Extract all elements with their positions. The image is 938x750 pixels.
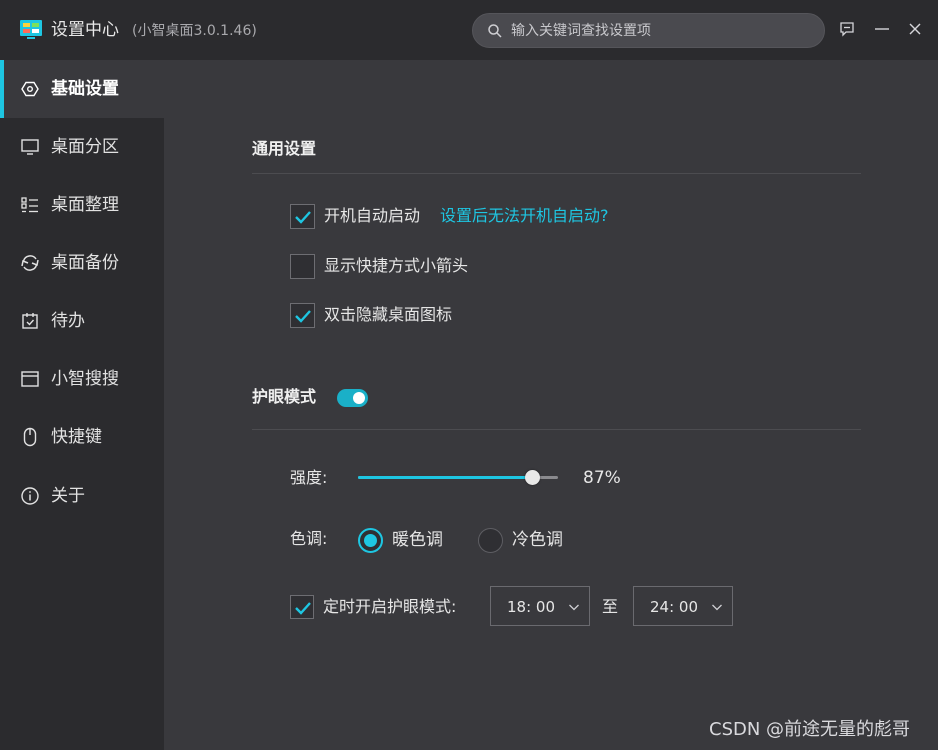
sidebar-item-label: 快捷键 [51, 427, 102, 447]
option-shortcut-arrow: 显示快捷方式小箭头 [290, 253, 468, 279]
eye-care-toggle[interactable] [337, 389, 368, 407]
tone-warm-radio[interactable] [358, 527, 383, 553]
window-title: 设置中心 [51, 20, 119, 40]
sidebar-item-xiaozhi-search[interactable]: 小智搜搜 [0, 350, 164, 408]
sidebar-item-basic-settings[interactable]: 基础设置 [0, 60, 164, 118]
option-double-click-hide: 双击隐藏桌面图标 [290, 302, 452, 328]
sidebar-item-label: 桌面分区 [51, 137, 119, 157]
chevron-down-icon [569, 604, 579, 611]
feedback-icon[interactable] [837, 19, 857, 39]
option-auto-start: 开机自动启动 设置后无法开机自启动? [290, 203, 609, 229]
minimize-icon[interactable] [872, 19, 892, 39]
sidebar-item-label: 桌面备份 [51, 253, 119, 273]
sidebar-item-label: 桌面整理 [51, 195, 119, 215]
auto-start-help-link[interactable]: 设置后无法开机自启动? [440, 205, 609, 227]
tone-warm-label: 暖色调 [392, 530, 443, 550]
start-time-select[interactable]: 18: 00 [490, 586, 590, 626]
calendar-check-icon [22, 313, 38, 329]
monitor-icon [21, 139, 39, 155]
sidebar-item-desktop-backup[interactable]: 桌面备份 [0, 234, 164, 292]
sidebar: 基础设置 桌面分区 桌面整理 桌面备份 待办 小智搜搜 快捷键 关于 [0, 60, 164, 750]
search-input[interactable] [511, 14, 811, 47]
shortcut-arrow-checkbox[interactable] [290, 253, 315, 279]
tone-cool-label: 冷色调 [512, 530, 563, 550]
window-icon [21, 371, 39, 387]
end-time-value: 24: 00 [650, 598, 698, 616]
strength-value: 87% [583, 468, 621, 488]
title-bar: 设置中心 (小智桌面3.0.1.46) [0, 0, 938, 60]
shortcut-arrow-label: 显示快捷方式小箭头 [324, 256, 469, 275]
start-time-value: 18: 00 [507, 598, 555, 616]
tone-label: 色调: [290, 529, 328, 548]
watermark: CSDN @前途无量的彪哥 [709, 719, 911, 740]
search-box[interactable] [472, 13, 825, 48]
sync-icon [21, 255, 39, 271]
end-time-select[interactable]: 24: 00 [633, 586, 733, 626]
auto-start-checkbox[interactable] [290, 203, 315, 229]
sidebar-item-shortcuts[interactable]: 快捷键 [0, 408, 164, 466]
info-icon [21, 487, 39, 505]
schedule-label: 定时开启护眼模式: [323, 597, 457, 616]
section-divider [252, 173, 861, 174]
sidebar-item-todo[interactable]: 待办 [0, 292, 164, 350]
toggle-knob [353, 392, 365, 404]
option-schedule: 定时开启护眼模式: [290, 594, 456, 620]
sidebar-item-desktop-organize[interactable]: 桌面整理 [0, 176, 164, 234]
strength-slider[interactable] [358, 470, 558, 486]
sidebar-item-label: 待办 [51, 311, 85, 331]
app-version: (小智桌面3.0.1.46) [132, 23, 257, 39]
double-click-hide-label: 双击隐藏桌面图标 [324, 305, 453, 324]
sidebar-item-label: 关于 [51, 486, 85, 506]
tone-cool-radio[interactable] [478, 527, 503, 553]
slider-fill [358, 476, 532, 479]
to-label: 至 [602, 597, 619, 616]
checkmark-icon [295, 309, 311, 323]
close-icon[interactable] [905, 19, 925, 39]
eye-care-title: 护眼模式 [252, 387, 317, 406]
checkmark-icon [295, 210, 311, 224]
app-logo-icon [20, 20, 42, 39]
strength-label: 强度: [290, 468, 328, 487]
tone-warm-option[interactable]: 暖色调 [358, 527, 443, 553]
hexagon-settings-icon [21, 81, 39, 97]
checkmark-icon [295, 602, 311, 615]
list-icon [21, 197, 38, 213]
search-icon [488, 24, 502, 38]
schedule-checkbox[interactable] [290, 595, 314, 619]
general-settings-title: 通用设置 [252, 139, 317, 158]
section-divider [252, 429, 861, 430]
chevron-down-icon [712, 604, 722, 611]
sidebar-item-label: 小智搜搜 [51, 369, 119, 389]
slider-thumb[interactable] [524, 470, 540, 485]
tone-cool-option[interactable]: 冷色调 [478, 527, 563, 553]
sidebar-item-about[interactable]: 关于 [0, 467, 164, 525]
sidebar-item-label: 基础设置 [51, 79, 119, 99]
auto-start-label: 开机自动启动 [324, 206, 421, 225]
mouse-icon [23, 427, 37, 447]
sidebar-item-desktop-partition[interactable]: 桌面分区 [0, 118, 164, 176]
double-click-hide-checkbox[interactable] [290, 302, 315, 328]
